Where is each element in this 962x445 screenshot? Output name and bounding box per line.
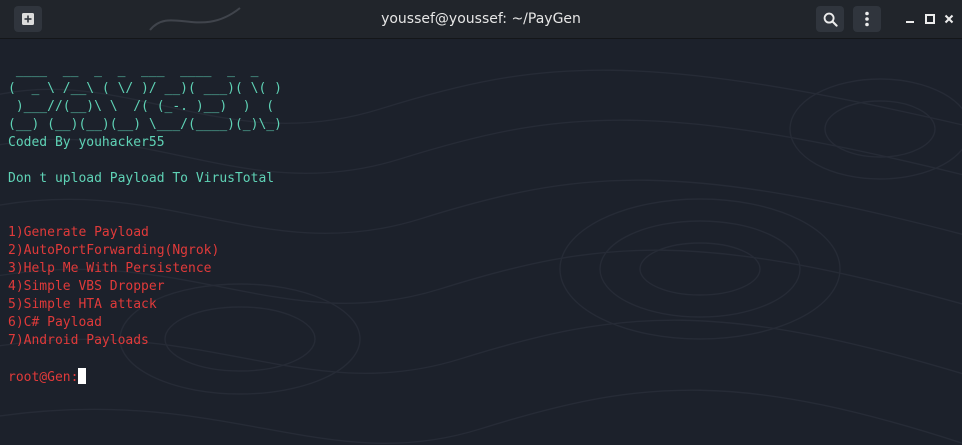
menu-option-csharp-payload: 6)C# Payload — [8, 315, 102, 330]
maximize-button[interactable] — [921, 10, 939, 28]
minimize-button[interactable] — [901, 10, 919, 28]
menu-option-vbs-dropper: 4)Simple VBS Dropper — [8, 279, 165, 294]
new-tab-icon — [22, 13, 34, 25]
menu-option-generate-payload: 1)Generate Payload — [8, 225, 149, 240]
close-button[interactable] — [940, 10, 958, 28]
maximize-icon — [925, 14, 935, 24]
terminal-text: ____ __ _ _ ___ ____ _ _ ( _ \ /__\ ( \/… — [8, 62, 282, 386]
menu-button[interactable] — [853, 6, 881, 32]
banner-line: )___//(__)\ \ /( (_-. )__) ) ( — [8, 99, 282, 114]
terminal-window: youssef@youssef: ~/PayGen ____ __ _ _ __… — [0, 0, 962, 445]
menu-option-persistence: 3)Help Me With Persistence — [8, 261, 212, 276]
minimize-icon — [906, 21, 914, 23]
title-bar: youssef@youssef: ~/PayGen — [0, 0, 962, 39]
text-cursor[interactable] — [78, 368, 87, 384]
search-icon — [823, 12, 838, 27]
kebab-menu-icon — [865, 11, 869, 27]
terminal-output-area[interactable]: ____ __ _ _ ___ ____ _ _ ( _ \ /__\ ( \/… — [0, 39, 962, 445]
dragon-watermark-icon — [149, 7, 241, 31]
close-icon — [944, 14, 954, 24]
warning-line: Don t upload Payload To VirusTotal — [8, 171, 275, 186]
banner-line: ____ __ _ _ ___ ____ _ _ — [8, 63, 267, 78]
prompt-line[interactable]: root@Gen: — [8, 368, 282, 386]
shell-prompt: root@Gen: — [8, 370, 79, 385]
menu-option-android-payloads: 7)Android Payloads — [8, 333, 149, 348]
new-tab-button[interactable] — [14, 6, 42, 32]
search-button[interactable] — [816, 6, 844, 32]
credit-line: Coded By youhacker55 — [8, 135, 165, 150]
banner-line: ( _ \ /__\ ( \/ )/ __)( ___)( \( ) — [8, 81, 282, 96]
menu-option-hta-attack: 5)Simple HTA attack — [8, 297, 157, 312]
banner-line: (__) (__)(__)(__) \___/(____)(_)\_) — [8, 117, 282, 132]
menu-option-port-forwarding: 2)AutoPortForwarding(Ngrok) — [8, 243, 220, 258]
